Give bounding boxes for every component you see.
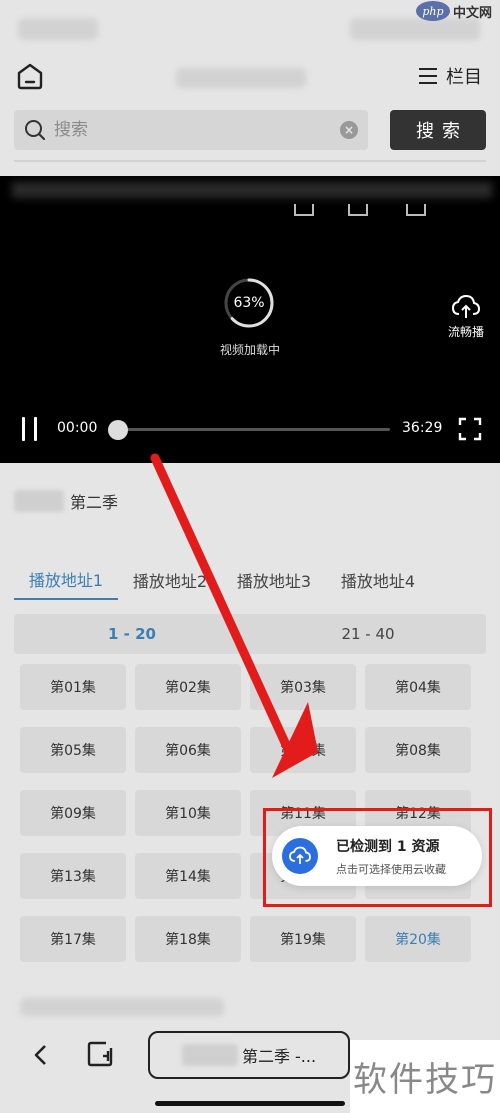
- episode-item[interactable]: 第01集: [20, 664, 126, 710]
- episode-item[interactable]: 第02集: [135, 664, 241, 710]
- episode-item[interactable]: 第08集: [365, 727, 471, 773]
- menu-label: 栏目: [446, 67, 482, 88]
- loading-percent: 63%: [233, 295, 265, 311]
- smooth-play-button[interactable]: 流畅播: [444, 294, 488, 340]
- home-icon: [17, 63, 43, 90]
- episode-item[interactable]: 第19集: [250, 916, 356, 962]
- popup-title: 已检测到 1 资源: [336, 839, 440, 855]
- loading-text: 视频加载中: [219, 343, 280, 357]
- season-label: 第二季: [70, 493, 119, 512]
- download-icon[interactable]: [348, 204, 368, 216]
- fullscreen-icon: [458, 417, 482, 441]
- total-time: 36:29: [402, 420, 443, 436]
- popup-subtitle: 点击可选择使用云收藏: [336, 863, 446, 876]
- pip-icon[interactable]: [406, 204, 426, 216]
- menu-button[interactable]: 栏目: [418, 60, 482, 92]
- search-input[interactable]: [54, 120, 324, 140]
- pause-bar-left: [22, 417, 25, 441]
- player-topbar: [12, 176, 500, 216]
- tabs-icon: [87, 1041, 113, 1067]
- episode-item[interactable]: 第18集: [135, 916, 241, 962]
- fullscreen-button[interactable]: [458, 417, 482, 441]
- now-playing-button[interactable]: 第二季 -...: [148, 1031, 350, 1079]
- home-indicator: [155, 1101, 345, 1106]
- show-title: 第二季: [14, 488, 118, 514]
- loading-indicator: 63%: [222, 276, 276, 330]
- episode-item[interactable]: 第05集: [20, 727, 126, 773]
- pause-bar-right: [34, 417, 37, 441]
- search-box: ×: [14, 110, 368, 150]
- source-tab-2[interactable]: 播放地址2: [118, 560, 222, 600]
- search-icon: [25, 120, 46, 141]
- range-tab-1[interactable]: 1 - 20: [14, 614, 250, 654]
- episode-item[interactable]: 第03集: [250, 664, 356, 710]
- home-button[interactable]: [14, 60, 46, 92]
- popup-cloud-icon-badge: [282, 838, 318, 874]
- status-time-blur: [18, 18, 98, 40]
- cloud-upload-icon: [451, 294, 481, 318]
- source-tabs: 播放地址1 播放地址2 播放地址3 播放地址4: [14, 560, 486, 602]
- top-nav: 栏目: [0, 52, 500, 102]
- bottom-content-blur: [20, 998, 224, 1016]
- show-name-blur: [14, 490, 64, 512]
- page-title-blur: [176, 68, 306, 88]
- episode-item[interactable]: 第07集: [250, 727, 356, 773]
- tabs-button[interactable]: [86, 1040, 114, 1068]
- status-bar: php 中文网: [0, 0, 500, 52]
- episode-item[interactable]: 第09集: [20, 790, 126, 836]
- player-topbar-blur: [12, 182, 492, 198]
- episode-range-bar: 1 - 20 21 - 40: [14, 614, 486, 654]
- episode-item[interactable]: 第13集: [20, 853, 126, 899]
- player-controls: 00:00 36:29: [0, 413, 500, 445]
- clear-icon[interactable]: ×: [340, 121, 358, 139]
- watermark-text: 中文网: [452, 5, 492, 21]
- seek-track[interactable]: [116, 428, 390, 431]
- resource-detected-popup[interactable]: 已检测到 1 资源 点击可选择使用云收藏: [272, 826, 482, 886]
- status-icons-blur: [350, 18, 480, 40]
- watermark-logo: php: [415, 1, 450, 21]
- search-button[interactable]: 搜索: [390, 110, 486, 150]
- episode-item[interactable]: 第06集: [135, 727, 241, 773]
- search-row: × 搜索: [14, 110, 486, 150]
- tv-icon[interactable]: [294, 204, 314, 216]
- episode-item[interactable]: 第10集: [135, 790, 241, 836]
- episode-item[interactable]: 第14集: [135, 853, 241, 899]
- menu-icon: [419, 68, 437, 84]
- divider: [14, 160, 486, 162]
- smooth-play-label: 流畅播: [447, 325, 484, 339]
- video-player[interactable]: 63% 视频加载中 流畅播 00:00 36:29: [0, 176, 500, 463]
- chevron-left-icon: [34, 1045, 46, 1065]
- cloud-upload-icon: [289, 846, 311, 864]
- corner-watermark: 软件技巧: [350, 1040, 500, 1113]
- back-button[interactable]: [28, 1042, 54, 1068]
- now-playing-name-blur: [181, 1044, 238, 1066]
- current-time: 00:00: [57, 420, 98, 436]
- episode-item[interactable]: 第17集: [20, 916, 126, 962]
- source-tab-3[interactable]: 播放地址3: [222, 560, 326, 600]
- episode-item[interactable]: 第20集: [365, 916, 471, 962]
- site-watermark: php 中文网: [415, 1, 492, 21]
- episode-item[interactable]: 第04集: [365, 664, 471, 710]
- seek-thumb[interactable]: [108, 420, 128, 440]
- source-tab-1[interactable]: 播放地址1: [14, 560, 118, 600]
- pause-button[interactable]: [22, 417, 38, 441]
- source-tab-4[interactable]: 播放地址4: [326, 560, 430, 600]
- now-playing-label: 第二季 -...: [241, 1047, 317, 1066]
- range-tab-2[interactable]: 21 - 40: [250, 614, 486, 654]
